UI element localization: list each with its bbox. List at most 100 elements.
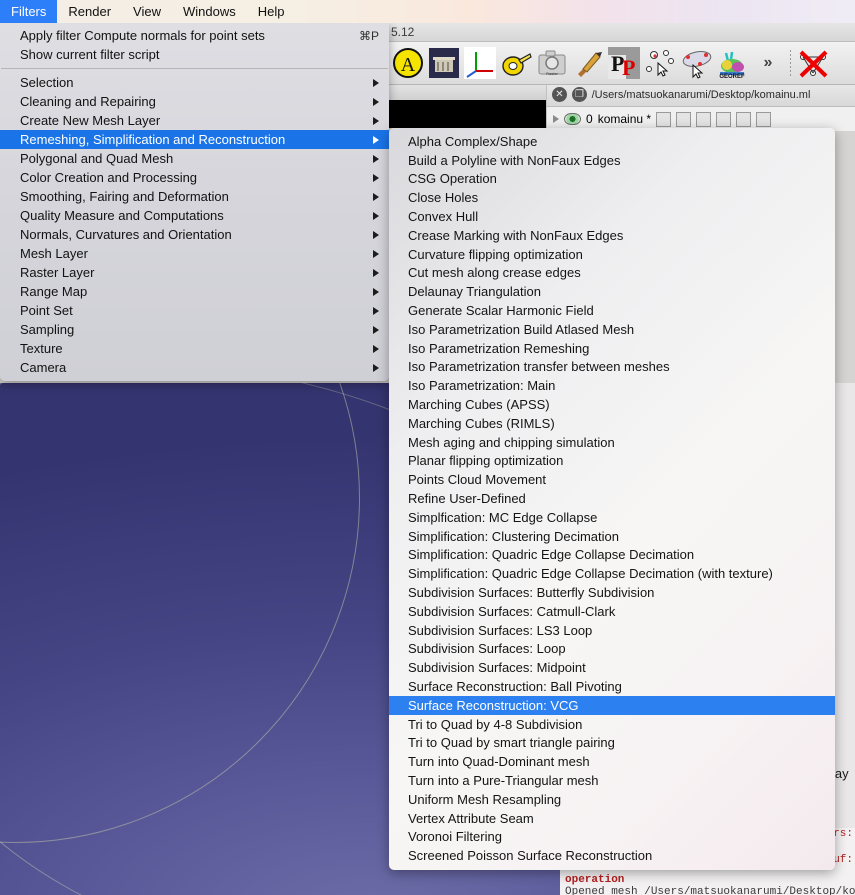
menubar-item-render[interactable]: Render [57, 0, 122, 23]
menu-item-label: Create New Mesh Layer [20, 113, 161, 128]
menu-item-color-creation-and-processing[interactable]: Color Creation and Processing [0, 168, 389, 187]
menu-item-selection[interactable]: Selection [0, 73, 389, 92]
menubar-item-help[interactable]: Help [247, 0, 296, 23]
menu-item-range-map[interactable]: Range Map [0, 282, 389, 301]
overflow-chevron-icon[interactable]: » [751, 46, 785, 80]
submenu-item[interactable]: Simplification: Quadric Edge Collapse De… [389, 546, 835, 565]
menu-item-texture[interactable]: Texture [0, 339, 389, 358]
wireframe-icon[interactable] [696, 111, 712, 127]
flat-shading-icon[interactable] [716, 111, 732, 127]
menu-item-camera[interactable]: Camera [0, 358, 389, 377]
submenu-item[interactable]: Uniform Mesh Resampling [389, 790, 835, 809]
submenu-item-label: Marching Cubes (RIMLS) [408, 415, 555, 431]
submenu-item[interactable]: Mesh aging and chipping simulation [389, 433, 835, 452]
submenu-item-label: Simplfication: MC Edge Collapse [408, 509, 598, 525]
layer-file-path: /Users/matsuokanarumi/Desktop/komainu.ml [591, 88, 811, 101]
menu-item-sampling[interactable]: Sampling [0, 320, 389, 339]
secondary-window-titlebar [389, 85, 559, 101]
texture-icon[interactable] [756, 111, 772, 127]
bounding-box-icon[interactable] [656, 111, 672, 127]
submenu-item[interactable]: Vertex Attribute Seam [389, 809, 835, 828]
submenu-item[interactable]: Cut mesh along crease edges [389, 264, 835, 283]
submenu-item-label: Tri to Quad by smart triangle pairing [408, 735, 615, 751]
submenu-item[interactable]: Tri to Quad by 4-8 Subdivision [389, 715, 835, 734]
submenu-item[interactable]: Build a Polyline with NonFaux Edges [389, 151, 835, 170]
menu-item-polygonal-and-quad-mesh[interactable]: Polygonal and Quad Mesh [0, 149, 389, 168]
submenu-item[interactable]: Surface Reconstruction: VCG [389, 695, 835, 715]
disclosure-triangle-icon[interactable] [553, 115, 559, 123]
submenu-item[interactable]: Subdivision Surfaces: Butterfly Subdivis… [389, 583, 835, 602]
menu-item-normals-curvatures-and-orientation[interactable]: Normals, Curvatures and Orientation [0, 225, 389, 244]
pp-text-icon[interactable]: PP [607, 46, 641, 80]
submenu-item[interactable]: Marching Cubes (APSS) [389, 395, 835, 414]
axes-icon[interactable] [463, 46, 497, 80]
point-picking-icon[interactable] [643, 46, 677, 80]
submenu-item[interactable]: Iso Parametrization transfer between mes… [389, 358, 835, 377]
menu-item-mesh-layer[interactable]: Mesh Layer [0, 244, 389, 263]
delete-constraints-icon[interactable] [796, 46, 830, 80]
submenu-item[interactable]: Curvature flipping optimization [389, 245, 835, 264]
menu-item-label: Point Set [20, 303, 73, 318]
menu-item-cleaning-and-repairing[interactable]: Cleaning and Repairing [0, 92, 389, 111]
submenu-item[interactable]: Surface Reconstruction: Ball Pivoting [389, 677, 835, 696]
submenu-item[interactable]: Simplification: Quadric Edge Collapse De… [389, 564, 835, 583]
submenu-item[interactable]: Planar flipping optimization [389, 452, 835, 471]
submenu-item[interactable]: Simplification: Clustering Decimation [389, 527, 835, 546]
submenu-item[interactable]: Iso Parametrization Remeshing [389, 339, 835, 358]
measuring-tape-icon[interactable] [499, 46, 533, 80]
chevron-right-icon [373, 78, 379, 87]
chevron-right-icon [373, 135, 379, 144]
submenu-item[interactable]: Marching Cubes (RIMLS) [389, 414, 835, 433]
menubar-item-view[interactable]: View [122, 0, 172, 23]
points-icon[interactable] [676, 111, 692, 127]
menu-item-point-set[interactable]: Point Set [0, 301, 389, 320]
smooth-shading-icon[interactable] [736, 111, 752, 127]
submenu-item[interactable]: Subdivision Surfaces: LS3 Loop [389, 621, 835, 640]
submenu-item[interactable]: Turn into a Pure-Triangular mesh [389, 771, 835, 790]
plane-fitting-icon[interactable] [679, 46, 713, 80]
submenu-item[interactable]: Subdivision Surfaces: Midpoint [389, 658, 835, 677]
raster-alignment-icon[interactable]: Raster [535, 46, 569, 80]
submenu-item[interactable]: Convex Hull [389, 207, 835, 226]
window-title-fragment: 5.12 [391, 25, 415, 39]
menu-item-create-new-mesh-layer[interactable]: Create New Mesh Layer [0, 111, 389, 130]
submenu-item[interactable]: Simplfication: MC Edge Collapse [389, 508, 835, 527]
menu-item-label: Range Map [20, 284, 88, 299]
submenu-item[interactable]: Crease Marking with NonFaux Edges [389, 226, 835, 245]
menu-item-raster-layer[interactable]: Raster Layer [0, 263, 389, 282]
museum-building-icon[interactable] [427, 46, 461, 80]
submenu-item[interactable]: Delaunay Triangulation [389, 282, 835, 301]
chevron-right-icon [373, 211, 379, 220]
submenu-item-label: Points Cloud Movement [408, 472, 547, 488]
menu-item-apply-filter[interactable]: Apply filter Compute normals for point s… [0, 26, 389, 45]
submenu-item[interactable]: Voronoi Filtering [389, 827, 835, 846]
submenu-item[interactable]: Alpha Complex/Shape [389, 132, 835, 151]
menubar-item-filters[interactable]: Filters [0, 0, 58, 23]
visibility-eye-icon[interactable] [564, 113, 581, 125]
submenu-item-label: Iso Parametrization Build Atlased Mesh [408, 321, 635, 337]
submenu-item-label: Voronoi Filtering [408, 829, 502, 845]
submenu-item[interactable]: CSG Operation [389, 170, 835, 189]
menu-item-show-filter-script[interactable]: Show current filter script [0, 45, 389, 64]
menu-item-smoothing-fairing-and-deformation[interactable]: Smoothing, Fairing and Deformation [0, 187, 389, 206]
submenu-item[interactable]: Subdivision Surfaces: Loop [389, 640, 835, 659]
submenu-item[interactable]: Iso Parametrization: Main [389, 376, 835, 395]
submenu-item[interactable]: Points Cloud Movement [389, 470, 835, 489]
submenu-item[interactable]: Generate Scalar Harmonic Field [389, 301, 835, 320]
submenu-item[interactable]: Iso Parametrization Build Atlased Mesh [389, 320, 835, 339]
menu-item-quality-measure-and-computations[interactable]: Quality Measure and Computations [0, 206, 389, 225]
menu-item-shortcut: ⌘P [358, 28, 379, 43]
menubar-item-windows[interactable]: Windows [172, 0, 247, 23]
submenu-item[interactable]: Turn into Quad-Dominant mesh [389, 752, 835, 771]
submenu-item[interactable]: Screened Poisson Surface Reconstruction [389, 846, 835, 865]
georef-bunny-icon[interactable]: GEOREF [715, 46, 749, 80]
menu-item-remeshing-simplification-and-reconstruction[interactable]: Remeshing, Simplification and Reconstruc… [0, 130, 389, 149]
submenu-item[interactable]: Close Holes [389, 188, 835, 207]
menu-divider [1, 68, 388, 69]
submenu-item[interactable]: Subdivision Surfaces: Catmull-Clark [389, 602, 835, 621]
apply-filter-a-icon[interactable]: A [391, 46, 425, 80]
paintbrush-icon[interactable] [571, 46, 605, 80]
submenu-item[interactable]: Tri to Quad by smart triangle pairing [389, 734, 835, 753]
submenu-item[interactable]: Refine User-Defined [389, 489, 835, 508]
svg-text:A: A [401, 54, 416, 76]
